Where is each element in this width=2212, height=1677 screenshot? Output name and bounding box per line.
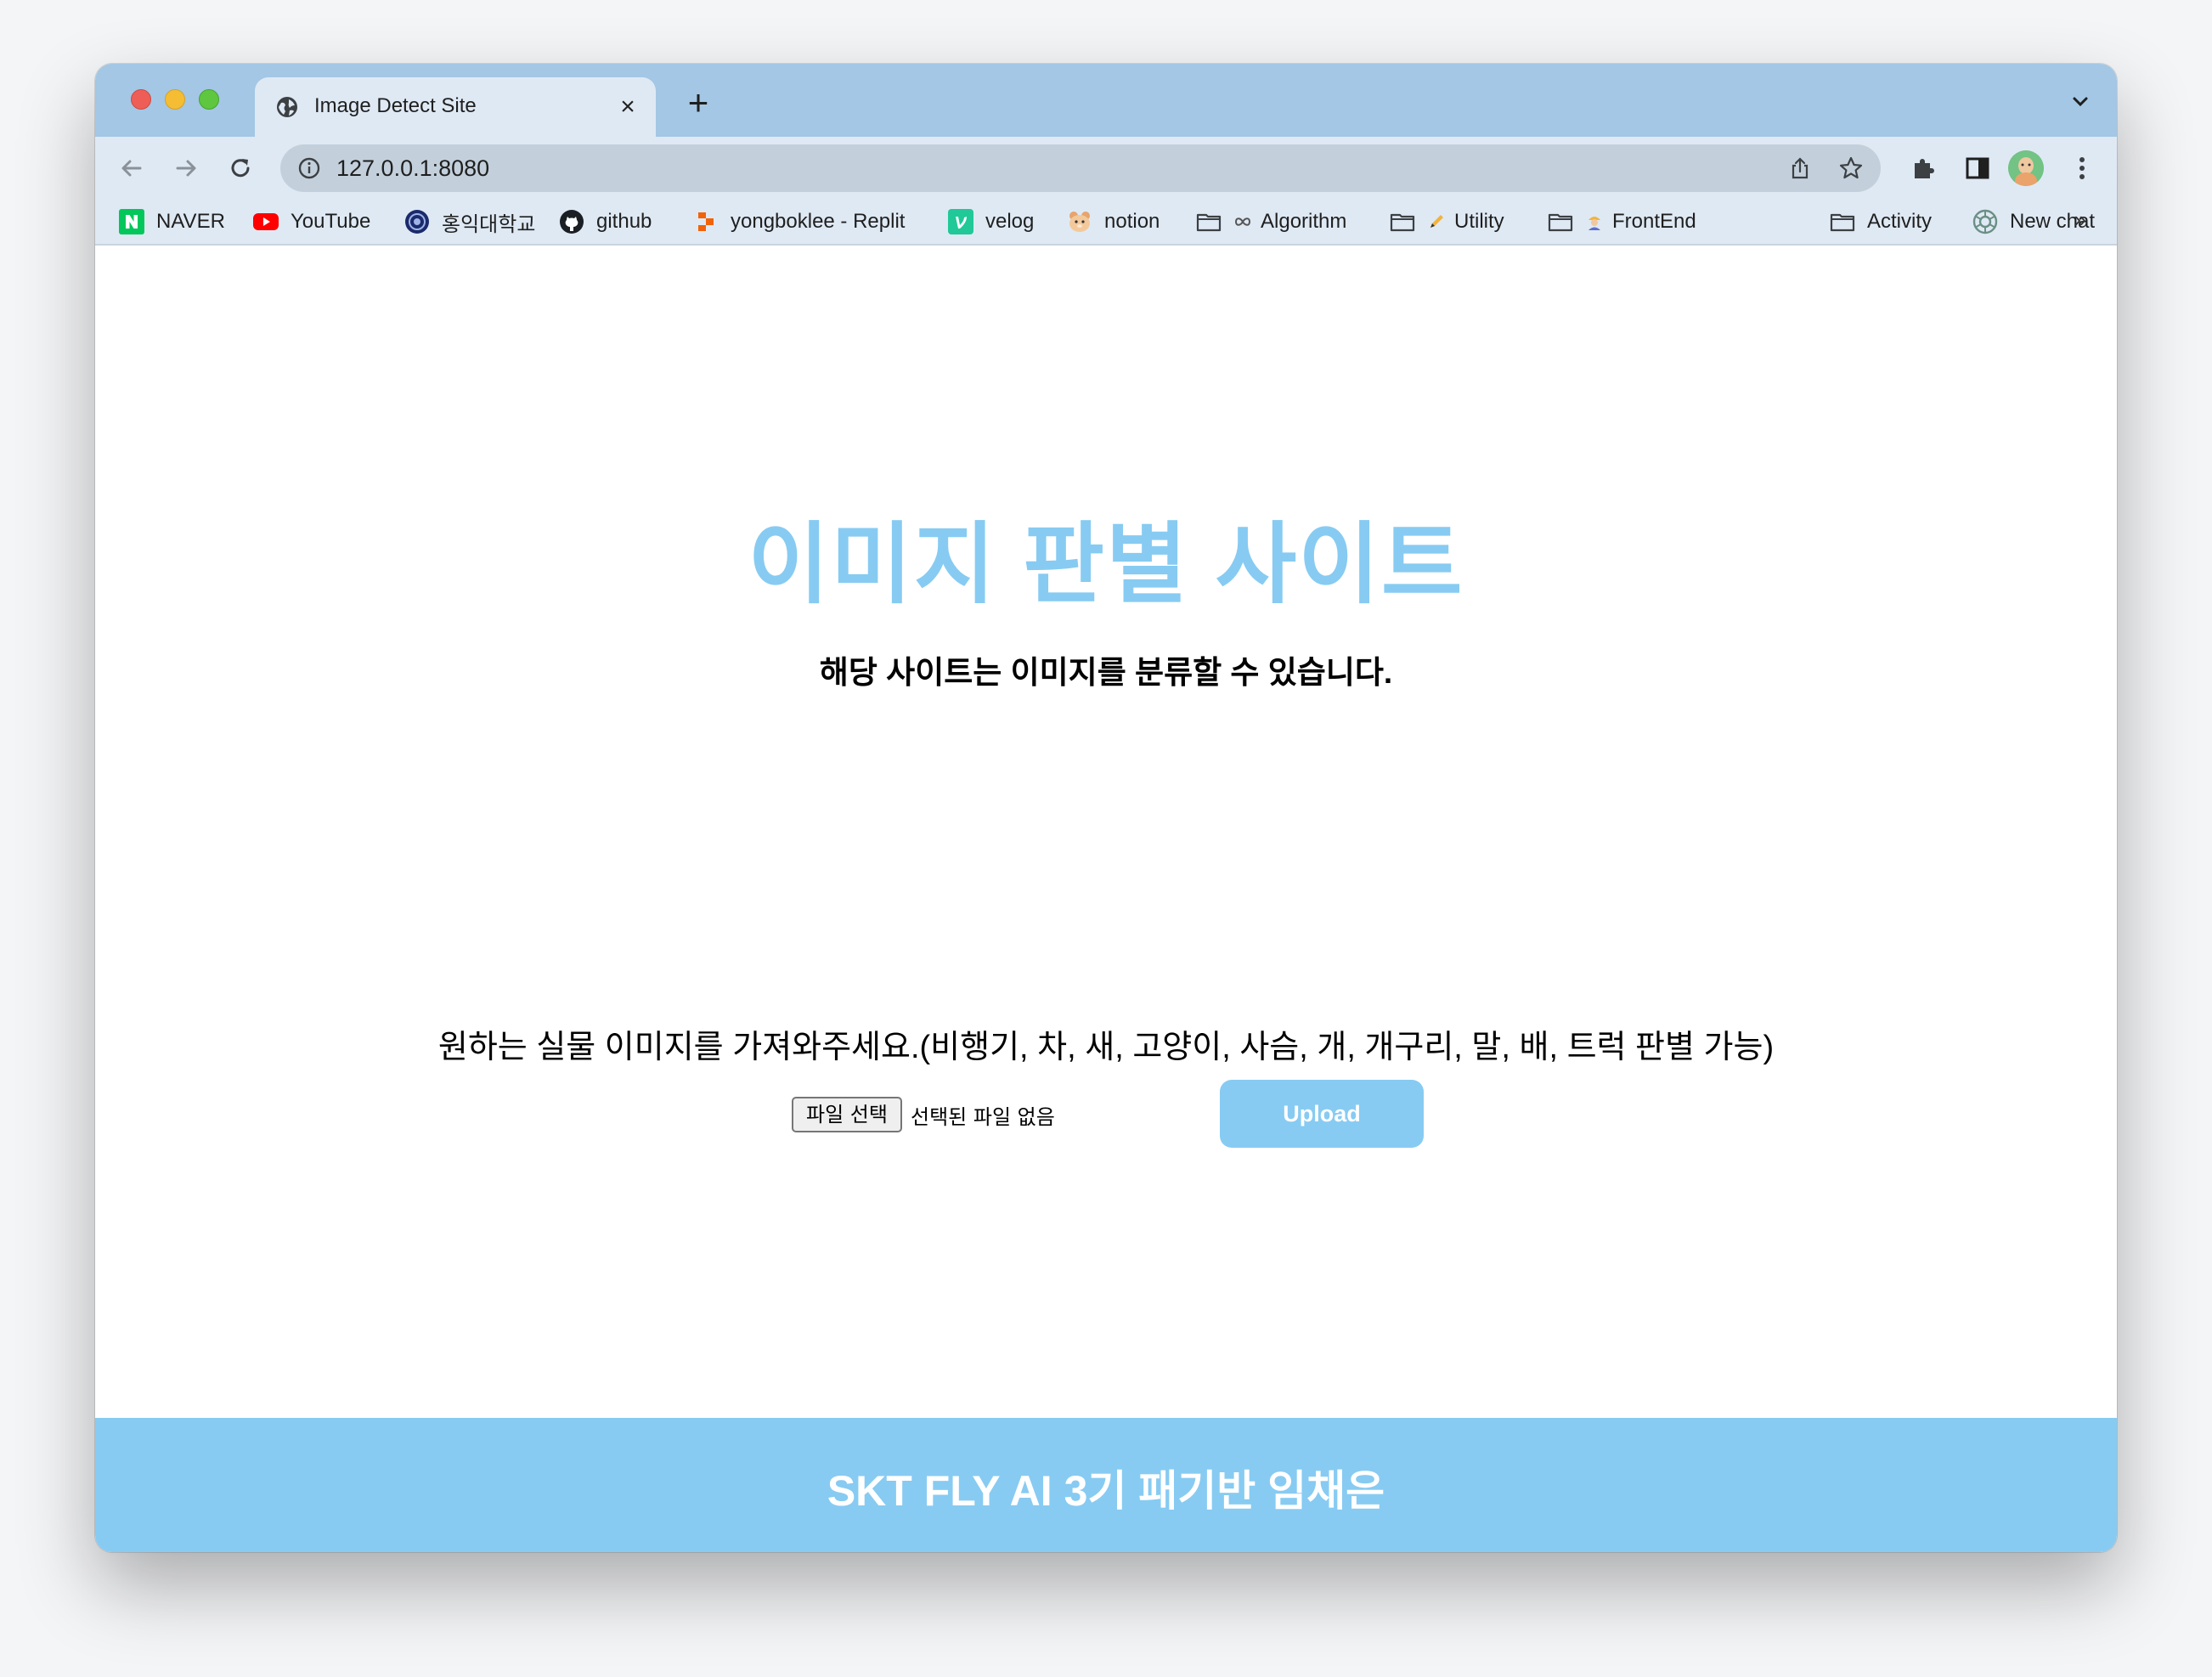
- new-tab-button[interactable]: +: [681, 85, 715, 121]
- window-minimize-button[interactable]: [165, 89, 185, 110]
- tab-close-icon[interactable]: ×: [615, 94, 640, 120]
- footer: SKT FLY AI 3기 패기반 임채은: [95, 1418, 2117, 1552]
- window-maximize-button[interactable]: [199, 89, 219, 110]
- bookmark-hongik[interactable]: 홍익대학교: [404, 206, 535, 237]
- bookmark-folder-frontend[interactable]: FrontEnd: [1548, 206, 1696, 237]
- bookmark-label: FrontEnd: [1612, 210, 1696, 233]
- bookmark-naver[interactable]: NAVER: [119, 206, 225, 237]
- file-status-text: 선택된 파일 없음: [911, 1105, 1055, 1129]
- folder-icon: [1548, 213, 1573, 232]
- hamster-icon: [1069, 212, 1090, 232]
- naver-icon: [119, 209, 144, 234]
- folder-icon: [1830, 213, 1855, 232]
- github-icon: [560, 210, 584, 234]
- upload-instruction: 원하는 실물 이미지를 가져와주세요.(비행기, 차, 새, 고양이, 사슴, …: [437, 1030, 1775, 1065]
- bookmark-label: 홍익대학교: [442, 212, 536, 236]
- chatgpt-icon: [1972, 209, 1998, 234]
- pencil-icon: [1430, 215, 1443, 228]
- folder-icon: [1196, 213, 1222, 232]
- bookmark-label: Utility: [1454, 210, 1504, 233]
- tab-strip: Image Detect Site × +: [95, 64, 2117, 137]
- tab-active[interactable]: Image Detect Site ×: [255, 77, 656, 137]
- side-panel-icon[interactable]: [1964, 155, 1991, 182]
- replit-icon: [698, 212, 714, 231]
- globe-icon: [277, 97, 297, 117]
- bookmark-folder-utility[interactable]: Utility: [1390, 206, 1504, 237]
- bookmark-label: Activity: [1867, 210, 1933, 233]
- info-icon[interactable]: [297, 156, 321, 180]
- youtube-icon: [253, 213, 279, 230]
- hongik-icon: [405, 210, 429, 234]
- bookmark-velog[interactable]: velog: [948, 206, 1034, 237]
- file-choose-button[interactable]: 파일 선택: [792, 1097, 902, 1132]
- bookmark-star-icon[interactable]: [1838, 155, 1864, 181]
- reload-icon[interactable]: [226, 154, 255, 183]
- share-icon[interactable]: [1787, 155, 1813, 181]
- chevron-down-icon[interactable]: [2069, 91, 2091, 113]
- page-content: 이미지 판별 사이트 해당 사이트는 이미지를 분류할 수 있습니다. 원하는 …: [95, 247, 2117, 1552]
- profile-avatar-image: [2008, 150, 2044, 186]
- bookmark-label: velog: [985, 210, 1035, 233]
- bookmark-label: Algorithm: [1261, 210, 1347, 233]
- tab-title: Image Detect Site: [314, 94, 477, 117]
- infinity-icon: [1234, 217, 1251, 226]
- bookmark-github[interactable]: github: [559, 206, 652, 237]
- back-arrow-icon[interactable]: [117, 154, 146, 183]
- worker-icon: [1588, 217, 1600, 230]
- browser-window: Image Detect Site × + 127.0.0.1:8080 NAV…: [95, 64, 2117, 1552]
- toolbar: 127.0.0.1:8080: [95, 137, 2117, 198]
- bookmark-folder-algorithm[interactable]: Algorithm: [1196, 206, 1346, 237]
- bookmark-label: yongboklee - Replit: [731, 210, 906, 233]
- bookmark-label: YouTube: [291, 210, 371, 233]
- velog-icon: [948, 209, 973, 234]
- bookmark-notion[interactable]: notion: [1067, 206, 1160, 237]
- window-close-button[interactable]: [131, 89, 151, 110]
- extensions-puzzle-icon[interactable]: [1910, 155, 1937, 182]
- forward-arrow-icon[interactable]: [172, 154, 200, 183]
- profile-avatar[interactable]: [2008, 150, 2044, 186]
- bookmark-folder-activity[interactable]: Activity: [1830, 206, 1932, 237]
- page-subtitle: 해당 사이트는 이미지를 분류할 수 있습니다.: [819, 655, 1393, 690]
- page-title: 이미지 판별 사이트: [748, 516, 1464, 614]
- upload-button[interactable]: Upload: [1220, 1080, 1424, 1148]
- bookmarks-bar: NAVER YouTube 홍익대학교 github yongboklee - …: [95, 198, 2117, 246]
- url-text[interactable]: 127.0.0.1:8080: [336, 155, 489, 182]
- kebab-menu-icon[interactable]: [2069, 154, 2095, 183]
- folder-icon: [1390, 213, 1415, 232]
- footer-text: SKT FLY AI 3기 패기반 임채은: [827, 1467, 1385, 1515]
- bookmark-replit[interactable]: yongboklee - Replit: [693, 206, 905, 237]
- address-bar[interactable]: 127.0.0.1:8080: [280, 144, 1881, 192]
- bookmark-label: github: [596, 210, 652, 233]
- bookmark-label: notion: [1104, 210, 1160, 233]
- bookmark-youtube[interactable]: YouTube: [253, 206, 370, 237]
- bookmark-label: NAVER: [156, 210, 225, 233]
- bookmarks-overflow-button[interactable]: »: [2074, 206, 2086, 233]
